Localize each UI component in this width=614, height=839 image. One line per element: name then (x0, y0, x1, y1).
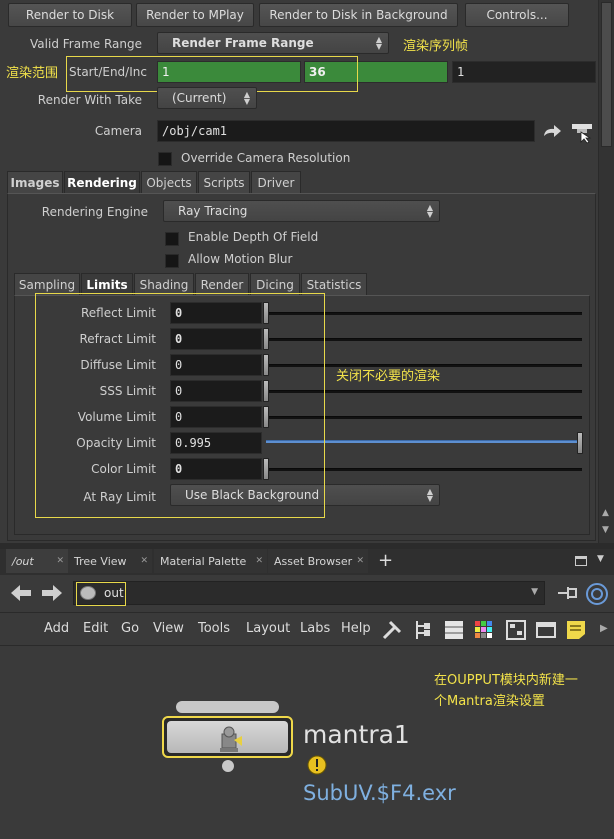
menu-edit[interactable]: Edit (83, 621, 108, 636)
color-palette-icon[interactable] (473, 618, 495, 642)
annotation-render-range: 渲染范围 (6, 66, 59, 81)
depth-of-field-label: Enable Depth Of Field (188, 230, 319, 244)
valid-frame-range-value: Render Frame Range (172, 36, 314, 50)
pane-tab-label: Tree View (74, 554, 127, 568)
mantra-render-icon (220, 726, 242, 752)
camera-label: Camera (94, 124, 142, 138)
menu-help[interactable]: Help (341, 621, 371, 636)
dropdown-arrows-icon: ▲ ▼ (426, 487, 433, 503)
node-name-label[interactable]: mantra1 (303, 720, 410, 749)
tab-statistics[interactable]: Statistics (301, 273, 367, 295)
tree-icon[interactable] (413, 618, 433, 642)
rendering-engine-label: Rendering Engine (41, 205, 148, 219)
render-with-take-label: Render With Take (37, 93, 142, 107)
close-icon[interactable]: ✕ (56, 556, 64, 566)
tab-limits[interactable]: Limits (81, 273, 133, 295)
network-layout-icon[interactable] (505, 618, 527, 642)
tab-dicing[interactable]: Dicing (250, 273, 300, 295)
override-camera-resolution-checkbox[interactable] (158, 152, 172, 166)
opacity-limit-slider-handle[interactable] (577, 432, 583, 454)
mantra-node[interactable] (162, 716, 293, 758)
pane-tab-out[interactable]: /out ✕ (6, 549, 68, 573)
increment-field[interactable]: 1 (452, 61, 596, 83)
pin-icon[interactable] (556, 584, 580, 602)
menu-layout[interactable]: Layout (246, 621, 290, 636)
sticky-note-icon[interactable] (565, 618, 587, 642)
render-with-take-value: (Current) (172, 91, 227, 105)
close-icon[interactable]: ✕ (356, 556, 364, 566)
pane-menu-icon[interactable]: ▼ (597, 554, 604, 564)
close-icon[interactable]: ✕ (140, 556, 148, 566)
pane-tab-label: Material Palette (160, 554, 247, 568)
add-tab-icon[interactable]: + (378, 550, 393, 571)
chevron-down-icon[interactable]: ▼ (531, 587, 538, 597)
list-view-icon[interactable] (443, 618, 465, 642)
scroll-down-icon[interactable]: ▼ (602, 525, 609, 535)
scroll-up-icon[interactable]: ▲ (602, 508, 609, 518)
render-to-mplay-button[interactable]: Render to MPlay (136, 3, 254, 27)
scrollbar-thumb[interactable] (601, 2, 612, 147)
network-box-icon[interactable] (535, 618, 557, 642)
motion-blur-label: Allow Motion Blur (188, 252, 293, 266)
pane-tab-label: Asset Browser (274, 554, 353, 568)
menu-labs[interactable]: Labs (300, 621, 330, 636)
parameter-scrollbar[interactable]: ▲ ▼ (598, 0, 614, 545)
rendering-engine-dropdown[interactable]: Ray Tracing ▲ ▼ (163, 200, 440, 222)
dropdown-arrows-icon: ▲ ▼ (426, 203, 433, 219)
annotation-new-mantra-line2: 个Mantra渲染设置 (434, 694, 545, 709)
depth-of-field-checkbox[interactable] (165, 232, 179, 246)
render-with-take-dropdown[interactable]: (Current) ▲ ▼ (157, 87, 257, 109)
tab-objects[interactable]: Objects (141, 171, 197, 193)
valid-frame-range-label: Valid Frame Range (30, 37, 142, 51)
back-arrow-icon[interactable] (9, 583, 33, 603)
tab-shading[interactable]: Shading (134, 273, 194, 295)
annotation-new-mantra-line1: 在OUPPUT模块内新建一 (434, 673, 578, 688)
camera-path-field[interactable]: /obj/cam1 (157, 120, 535, 142)
link-target-icon[interactable] (585, 582, 609, 606)
forward-arrow-icon[interactable] (40, 583, 64, 603)
rendering-engine-value: Ray Tracing (178, 204, 248, 218)
tab-scripts[interactable]: Scripts (198, 171, 250, 193)
tools-icon[interactable] (380, 618, 404, 642)
menu-tools[interactable]: Tools (198, 621, 230, 636)
annotation-frame-seq: 渲染序列帧 (403, 39, 469, 54)
motion-blur-checkbox[interactable] (165, 254, 179, 268)
pane-maximize-icon[interactable] (575, 556, 587, 566)
menu-view[interactable]: View (153, 621, 184, 636)
pane-tab-label: /out (12, 554, 34, 568)
pane-tab-asset-browser[interactable]: Asset Browser ✕ (268, 549, 368, 573)
menu-add[interactable]: Add (44, 621, 69, 636)
tab-sampling[interactable]: Sampling (14, 273, 80, 295)
warning-icon[interactable] (307, 755, 327, 775)
path-highlight (76, 582, 126, 606)
close-icon[interactable]: ✕ (255, 556, 263, 566)
node-input-connector[interactable] (176, 701, 279, 713)
dropdown-arrows-icon: ▲ ▼ (243, 90, 250, 106)
pane-tab-tree-view[interactable]: Tree View ✕ (68, 549, 152, 573)
menu-go[interactable]: Go (121, 621, 139, 636)
controls-button[interactable]: Controls... (465, 3, 569, 27)
menu-overflow-icon[interactable]: ▶ (600, 623, 608, 634)
annotation-disable-render: 关闭不必要的渲染 (336, 369, 441, 384)
limits-highlight (35, 293, 325, 518)
tab-rendering[interactable]: Rendering (64, 171, 140, 193)
network-path-field[interactable]: out ▼ (73, 581, 545, 605)
dropdown-arrows-icon: ▲ ▼ (375, 35, 382, 51)
pane-tab-material-palette[interactable]: Material Palette ✕ (154, 549, 267, 573)
node-body (167, 721, 288, 753)
override-camera-resolution-label: Override Camera Resolution (181, 151, 351, 165)
node-output-connector[interactable] (222, 760, 234, 772)
valid-frame-range-dropdown[interactable]: Render Frame Range ▲ ▼ (157, 32, 389, 54)
render-to-disk-button[interactable]: Render to Disk (8, 3, 132, 27)
render-to-disk-background-button[interactable]: Render to Disk in Background (259, 3, 458, 27)
operator-chooser-icon[interactable] (569, 118, 595, 144)
node-output-path-label: SubUV.$F4.exr (303, 781, 456, 805)
tab-render[interactable]: Render (195, 273, 249, 295)
tab-images[interactable]: Images (7, 171, 63, 193)
tab-driver[interactable]: Driver (251, 171, 301, 193)
jump-to-operator-icon[interactable] (541, 122, 563, 142)
